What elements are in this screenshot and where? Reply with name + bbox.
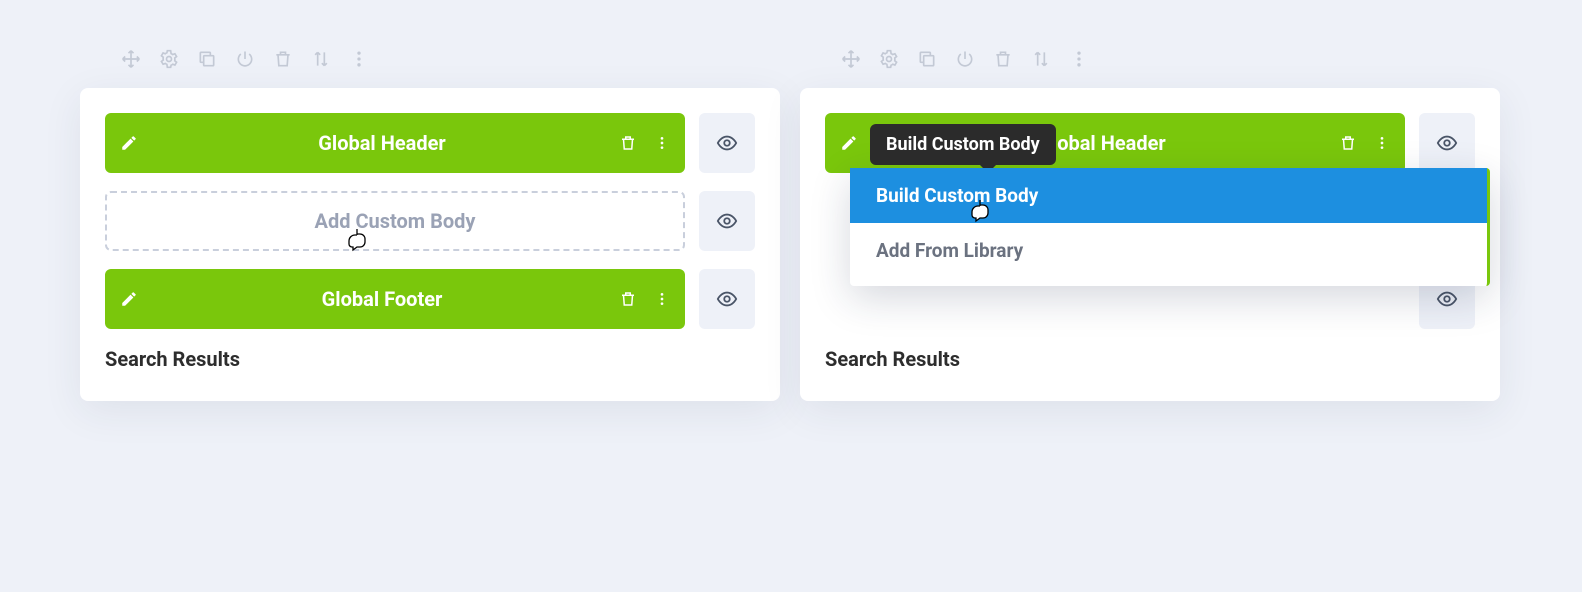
- power-icon[interactable]: [234, 48, 256, 70]
- more-icon[interactable]: [1068, 48, 1090, 70]
- trash-icon[interactable]: [611, 290, 645, 308]
- move-icon[interactable]: [840, 48, 862, 70]
- more-icon[interactable]: [645, 290, 679, 308]
- pencil-icon[interactable]: [105, 290, 153, 308]
- visibility-toggle[interactable]: [699, 191, 755, 251]
- duplicate-icon[interactable]: [196, 48, 218, 70]
- sort-icon[interactable]: [1030, 48, 1052, 70]
- option-add-from-library[interactable]: Add From Library: [850, 223, 1487, 278]
- gear-icon[interactable]: [158, 48, 180, 70]
- option-label: Add From Library: [876, 239, 1023, 262]
- option-label: Build Custom Body: [876, 184, 1038, 207]
- global-header-bar[interactable]: Global Header: [105, 113, 685, 173]
- visibility-toggle[interactable]: [699, 269, 755, 329]
- section-title: Search Results: [105, 347, 755, 371]
- template-panel-left: Global Header Add Custom Body Global Foo…: [80, 30, 780, 562]
- section-title: Search Results: [825, 347, 1475, 371]
- duplicate-icon[interactable]: [916, 48, 938, 70]
- move-icon[interactable]: [120, 48, 142, 70]
- trash-icon[interactable]: [992, 48, 1014, 70]
- add-body-dropdown: Build Custom Body Build Custom Body Add …: [850, 168, 1490, 286]
- visibility-toggle[interactable]: [699, 113, 755, 173]
- footer-label: Global Footer: [153, 287, 611, 311]
- gear-icon[interactable]: [878, 48, 900, 70]
- trash-icon[interactable]: [1331, 134, 1365, 152]
- panel-toolbar: [80, 30, 780, 88]
- panel-toolbar: [800, 30, 1500, 88]
- power-icon[interactable]: [954, 48, 976, 70]
- visibility-toggle[interactable]: [1419, 113, 1475, 173]
- template-panel-right: Global Header Build Custom Body Build Cu…: [800, 30, 1500, 562]
- tooltip: Build Custom Body: [870, 124, 1056, 165]
- sort-icon[interactable]: [310, 48, 332, 70]
- footer-row: Global Footer: [105, 269, 755, 329]
- placeholder-label: Add Custom Body: [315, 209, 476, 233]
- more-icon[interactable]: [645, 134, 679, 152]
- body-row: Add Custom Body: [105, 191, 755, 251]
- trash-icon[interactable]: [272, 48, 294, 70]
- pencil-icon[interactable]: [105, 134, 153, 152]
- trash-icon[interactable]: [611, 134, 645, 152]
- global-footer-bar[interactable]: Global Footer: [105, 269, 685, 329]
- more-icon[interactable]: [1365, 134, 1399, 152]
- option-build-custom-body[interactable]: Build Custom Body: [850, 168, 1487, 223]
- template-card: Global Header Add Custom Body Global Foo…: [80, 88, 780, 401]
- header-row: Global Header: [105, 113, 755, 173]
- header-label: Global Header: [153, 131, 611, 155]
- pencil-icon[interactable]: [825, 134, 873, 152]
- template-card: Global Header Build Custom Body Build Cu…: [800, 88, 1500, 401]
- more-icon[interactable]: [348, 48, 370, 70]
- add-custom-body-placeholder[interactable]: Add Custom Body: [105, 191, 685, 251]
